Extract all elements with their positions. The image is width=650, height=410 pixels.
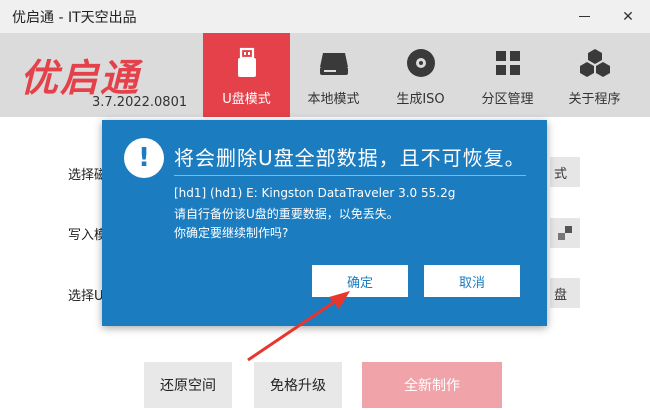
nav-local-mode[interactable]: 本地模式: [290, 33, 377, 117]
cancel-button[interactable]: 取消: [424, 265, 520, 297]
nav-usb-mode[interactable]: U盘模式: [203, 33, 290, 117]
nav-about[interactable]: 关于程序: [551, 33, 638, 117]
dialog-device-line: [hd1] (hd1) E: Kingston DataTraveler 3.0…: [174, 186, 456, 200]
row-label-select-usb: 选择U: [68, 289, 104, 304]
settings-button[interactable]: [550, 218, 580, 248]
close-button[interactable]: ✕: [606, 0, 650, 33]
nav-partition-manager-label: 分区管理: [481, 92, 534, 107]
app-logo: 优启通: [20, 56, 141, 100]
dialog-divider: [174, 175, 526, 176]
ok-button[interactable]: 确定: [312, 265, 408, 297]
app-version: 3.7.2022.0801: [92, 95, 188, 110]
title-bar: 优启通 - IT天空出品 ✕: [0, 0, 650, 33]
grid-icon: [495, 51, 520, 75]
mode-select-label: 式: [554, 166, 568, 182]
warning-icon: !: [124, 138, 164, 178]
new-build-button[interactable]: 全新制作: [362, 362, 502, 408]
minimize-button[interactable]: [562, 0, 606, 33]
disc-icon: [406, 49, 435, 77]
squares-icon: [558, 226, 572, 240]
close-icon: ✕: [622, 8, 634, 25]
window-title: 优启通 - IT天空出品: [12, 9, 137, 26]
cubes-icon: [579, 49, 610, 77]
nav-generate-iso-label: 生成ISO: [396, 92, 445, 107]
app-header: 优启通 3.7.2022.0801 U盘模式 本地模式 生成ISO 分区管理 关…: [0, 33, 650, 117]
main-nav: U盘模式 本地模式 生成ISO 分区管理 关于程序: [203, 33, 638, 117]
nav-usb-mode-label: U盘模式: [222, 92, 271, 107]
usb-drive-icon: [237, 47, 256, 77]
confirm-dialog: ! 将会删除U盘全部数据，且不可恢复。 [hd1] (hd1) E: Kings…: [102, 120, 547, 326]
minimize-icon: [578, 16, 590, 17]
window-controls: ✕: [562, 0, 650, 33]
dialog-title: 将会删除U盘全部数据，且不可恢复。: [174, 146, 526, 170]
mode-select-button[interactable]: 式: [550, 157, 580, 187]
usb-select-button[interactable]: 盘: [550, 278, 580, 308]
nav-partition-manager[interactable]: 分区管理: [464, 33, 551, 117]
hard-drive-icon: [319, 53, 348, 75]
dialog-backup-line: 请自行备份该U盘的重要数据，以免丢失。: [174, 207, 399, 221]
restore-space-button[interactable]: 还原空间: [144, 362, 232, 408]
nav-local-mode-label: 本地模式: [307, 92, 360, 107]
upgrade-button[interactable]: 免格升级: [254, 362, 342, 408]
nav-generate-iso[interactable]: 生成ISO: [377, 33, 464, 117]
usb-select-label: 盘: [554, 287, 568, 303]
nav-about-label: 关于程序: [568, 92, 621, 107]
dialog-confirm-line: 你确定要继续制作吗?: [174, 226, 289, 240]
